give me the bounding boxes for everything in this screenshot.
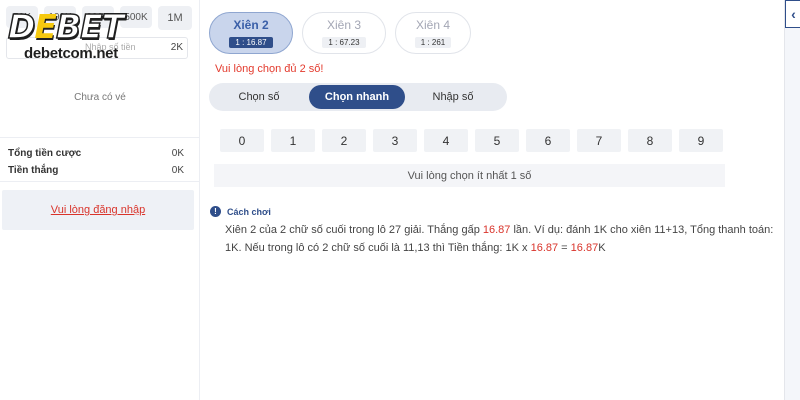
tab-name: Xiên 3 <box>326 18 362 32</box>
howto-header: ! Cách chơi <box>210 206 271 217</box>
digit-button[interactable]: 7 <box>577 129 621 152</box>
login-box: Vui lòng đăng nhập <box>2 190 194 230</box>
digit-button[interactable]: 8 <box>628 129 672 152</box>
logo-domain: debetcom.net <box>24 45 118 62</box>
empty-ticket-label: Chưa có vé <box>74 92 126 103</box>
collapse-sidebar: ‹ <box>784 0 800 400</box>
debet-logo: DEBET debetcom.net <box>7 7 125 62</box>
info-circle-icon: ! <box>210 206 221 217</box>
mode-nhap-so[interactable]: Nhập số <box>405 85 501 109</box>
winnings-value: 0K <box>171 165 184 176</box>
chip-1m[interactable]: 1M <box>158 6 192 30</box>
tab-name: Xiên 2 <box>233 18 269 32</box>
digit-button[interactable]: 3 <box>373 129 417 152</box>
howto-description: Xiên 2 của 2 chữ số cuối trong lô 27 giả… <box>225 224 774 254</box>
divider <box>0 137 200 138</box>
stake-value: 2K <box>170 42 183 53</box>
odds-highlight: 16.87 <box>530 242 559 254</box>
digit-button[interactable]: 6 <box>526 129 570 152</box>
winnings-label: Tiền thắng <box>8 165 59 176</box>
winnings-row: Tiền thắng 0K <box>8 165 184 176</box>
odds-highlight: 16.87 <box>482 224 511 236</box>
mode-chon-nhanh[interactable]: Chọn nhanh <box>309 85 405 109</box>
digit-button[interactable]: 4 <box>424 129 468 152</box>
howto-title: Cách chơi <box>227 206 271 217</box>
bet-slip-panel: 50K 100K 200K 500K 1M Nhập số tiền 2K DE… <box>0 0 200 400</box>
total-bet-label: Tổng tiền cược <box>8 148 82 159</box>
digit-button[interactable]: 1 <box>271 129 315 152</box>
total-bet-value: 0K <box>171 148 184 159</box>
digit-button[interactable]: 0 <box>220 129 264 152</box>
bet-main-panel: Xiên 2 1 : 16.87 Xiên 3 1 : 67.23 Xiên 4… <box>200 0 784 400</box>
selection-warning: Vui lòng chọn đủ 2 số! <box>215 63 324 75</box>
tab-name: Xiên 4 <box>415 18 451 32</box>
digit-grid: 0 1 2 3 4 5 6 7 8 9 <box>220 129 723 152</box>
mode-chon-so[interactable]: Chọn số <box>209 85 309 109</box>
chevron-left-icon[interactable]: ‹ <box>785 0 800 28</box>
mode-switch: Chọn số Chọn nhanh Nhập số <box>209 83 507 111</box>
tab-xien-3[interactable]: Xiên 3 1 : 67.23 <box>302 12 386 54</box>
total-bet-row: Tổng tiền cược 0K <box>8 148 184 159</box>
digit-button[interactable]: 2 <box>322 129 366 152</box>
tab-xien-4[interactable]: Xiên 4 1 : 261 <box>395 12 471 54</box>
digit-button[interactable]: 9 <box>679 129 723 152</box>
tab-odds: 1 : 67.23 <box>322 37 366 48</box>
tab-odds: 1 : 16.87 <box>229 37 273 48</box>
digit-button[interactable]: 5 <box>475 129 519 152</box>
login-link[interactable]: Vui lòng đăng nhập <box>51 204 145 216</box>
divider <box>0 181 200 182</box>
tab-xien-2[interactable]: Xiên 2 1 : 16.87 <box>209 12 293 54</box>
result-highlight: 16.87 <box>570 242 599 254</box>
tab-odds: 1 : 261 <box>414 37 452 48</box>
min-selection-message: Vui lòng chọn ít nhất 1 số <box>214 164 725 187</box>
